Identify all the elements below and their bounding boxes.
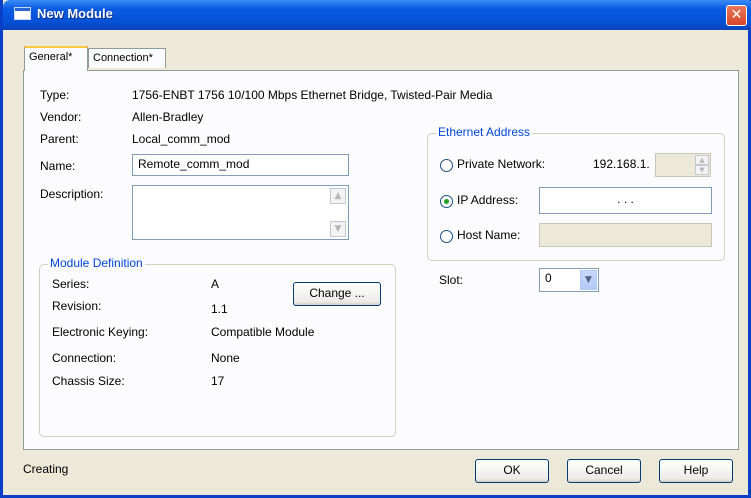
general-tab-panel: Type: 1756-ENBT 1756 10/100 Mbps Etherne… [23,70,739,450]
title-bar[interactable]: New Module ✕ [3,0,751,30]
module-definition-group: Module Definition Series: A Revision: 1.… [39,256,396,437]
slot-label: Slot: [439,273,464,287]
vendor-value: Allen-Bradley [132,110,204,124]
connection-label: Connection: [52,351,117,365]
ip-address-label[interactable]: IP Address: [457,193,518,207]
spin-down-icon[interactable]: ▼ [695,165,709,175]
close-icon: ✕ [730,7,743,23]
change-button-label: Change ... [309,286,365,300]
ip-address-radio[interactable] [440,195,453,208]
change-button[interactable]: Change ... [293,282,381,306]
help-button[interactable]: Help [659,459,733,483]
slot-value: 0 [545,271,552,285]
type-value: 1756-ENBT 1756 10/100 Mbps Ethernet Brid… [132,88,493,102]
parent-label: Parent: [40,132,79,146]
cancel-button[interactable]: Cancel [567,459,641,483]
spin-up-icon[interactable]: ▲ [695,155,709,165]
host-name-radio[interactable] [440,230,453,243]
revision-value: 1.1 [211,302,228,316]
connection-value: None [211,351,240,365]
module-definition-title: Module Definition [48,256,145,270]
description-label: Description: [40,187,104,201]
private-network-radio[interactable] [440,159,453,172]
window-title: New Module [37,6,113,21]
name-input-value: Remote_comm_mod [138,157,250,171]
cancel-button-label: Cancel [585,463,623,477]
private-network-octet-spinner[interactable]: ▲ ▼ [655,153,711,177]
name-input[interactable]: Remote_comm_mod [132,154,349,176]
tab-general-label: General* [29,51,73,63]
ip-address-input[interactable]: . . . [539,187,712,214]
private-network-prefix: 192.168.1. [593,157,650,171]
revision-label: Revision: [52,299,102,313]
electronic-keying-label: Electronic Keying: [52,325,149,339]
scroll-up-icon[interactable]: ▲ [330,188,346,204]
chassis-size-label: Chassis Size: [52,374,125,388]
private-network-label[interactable]: Private Network: [457,157,545,171]
description-textarea[interactable]: ▲ ▼ [132,185,349,240]
window-icon [14,7,31,20]
ethernet-address-title: Ethernet Address [436,125,533,139]
tab-connection[interactable]: Connection* [88,48,166,68]
chassis-size-value: 17 [211,374,225,388]
ethernet-address-group: Ethernet Address Private Network: 192.16… [427,125,725,261]
ok-button-label: OK [503,463,521,477]
electronic-keying-value: Compatible Module [211,325,315,339]
parent-value: Local_comm_mod [132,132,231,146]
chevron-down-icon[interactable]: ▼ [580,270,597,290]
type-label: Type: [40,88,70,102]
close-button[interactable]: ✕ [726,5,747,26]
scroll-down-icon[interactable]: ▼ [330,221,346,237]
name-label: Name: [40,159,76,173]
help-button-label: Help [683,463,709,477]
series-value: A [211,277,220,291]
host-name-input[interactable] [539,223,712,247]
new-module-dialog: New Module ✕ General* Connection* Type: … [0,0,751,498]
host-name-label[interactable]: Host Name: [457,228,520,242]
series-label: Series: [52,277,90,291]
vendor-label: Vendor: [40,110,82,124]
ok-button[interactable]: OK [475,459,549,483]
status-text: Creating [23,462,69,476]
tab-general[interactable]: General* [24,46,88,71]
ip-address-dots: . . . [617,192,634,206]
tab-connection-label: Connection* [93,52,153,64]
slot-select[interactable]: 0 ▼ [539,268,599,292]
